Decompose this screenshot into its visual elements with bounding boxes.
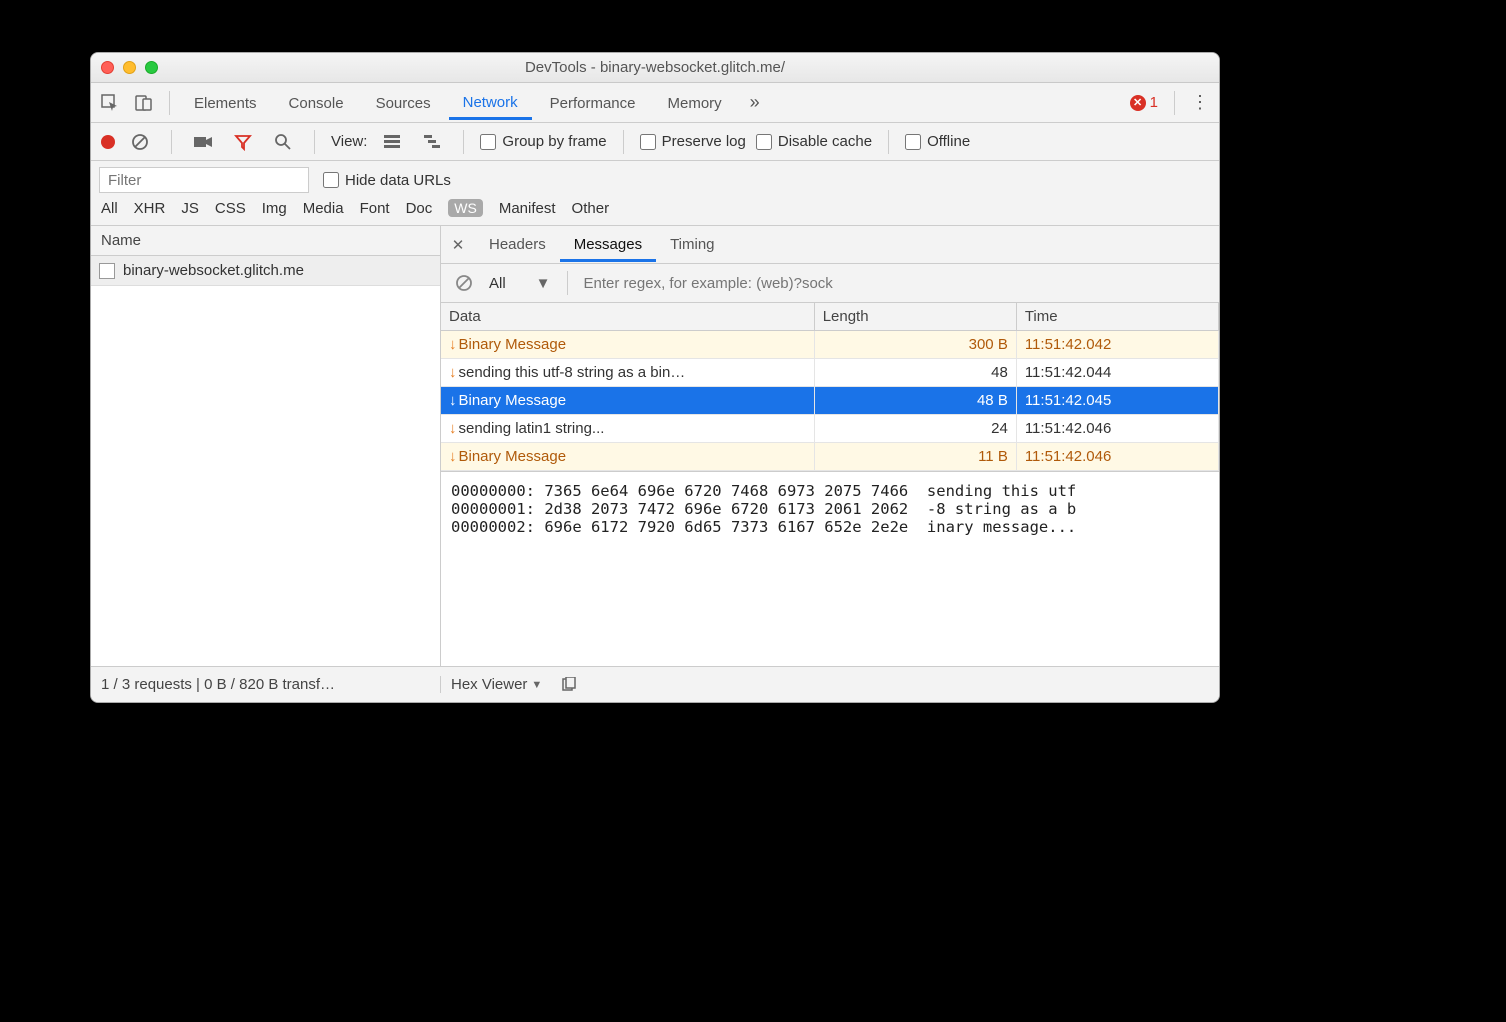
filter-row: Hide data URLs bbox=[91, 161, 1219, 193]
group-by-frame-checkbox[interactable]: Group by frame bbox=[480, 133, 606, 150]
message-row[interactable]: ↓Binary Message300 B11:51:42.042 bbox=[441, 331, 1219, 359]
type-other[interactable]: Other bbox=[572, 200, 610, 217]
tab-sources[interactable]: Sources bbox=[362, 86, 445, 120]
hex-viewer-dropdown[interactable]: Hex Viewer ▼ bbox=[451, 676, 542, 693]
filter-input[interactable] bbox=[99, 167, 309, 193]
type-all[interactable]: All bbox=[101, 200, 118, 217]
record-button[interactable] bbox=[101, 135, 115, 149]
tab-console[interactable]: Console bbox=[275, 86, 358, 120]
type-font[interactable]: Font bbox=[360, 200, 390, 217]
separator bbox=[314, 130, 315, 154]
arrow-down-icon: ↓ bbox=[449, 336, 457, 353]
message-row[interactable]: ↓Binary Message48 B11:51:42.045 bbox=[441, 387, 1219, 415]
message-type-filter[interactable]: All ▼ bbox=[489, 275, 551, 292]
view-label: View: bbox=[331, 133, 367, 150]
type-img[interactable]: Img bbox=[262, 200, 287, 217]
devtools-window: DevTools - binary-websocket.glitch.me/ E… bbox=[90, 52, 1220, 703]
type-ws[interactable]: WS bbox=[448, 199, 483, 217]
clear-messages-icon[interactable] bbox=[449, 268, 479, 298]
device-mode-icon[interactable] bbox=[129, 88, 159, 118]
separator bbox=[169, 91, 170, 115]
error-count: 1 bbox=[1150, 94, 1158, 111]
tab-messages[interactable]: Messages bbox=[560, 228, 656, 262]
arrow-down-icon: ↓ bbox=[449, 392, 457, 409]
tab-elements[interactable]: Elements bbox=[180, 86, 271, 120]
preserve-log-checkbox[interactable]: Preserve log bbox=[640, 133, 746, 150]
messages-table: Data Length Time ↓Binary Message300 B11:… bbox=[441, 303, 1219, 471]
chevron-down-icon: ▼ bbox=[531, 679, 542, 691]
separator bbox=[171, 130, 172, 154]
separator bbox=[567, 271, 568, 295]
titlebar: DevTools - binary-websocket.glitch.me/ bbox=[91, 53, 1219, 83]
clear-icon[interactable] bbox=[125, 127, 155, 157]
hex-viewer: 00000000: 7365 6e64 696e 6720 7468 6973 … bbox=[441, 471, 1219, 666]
filter-icon[interactable] bbox=[228, 127, 258, 157]
close-detail-icon[interactable]: ✕ bbox=[441, 236, 475, 254]
document-icon bbox=[99, 263, 115, 279]
col-length[interactable]: Length bbox=[814, 303, 1016, 331]
main-split: Name binary-websocket.glitch.me ✕ Header… bbox=[91, 226, 1219, 666]
detail-pane: ✕ Headers Messages Timing All ▼ bbox=[441, 226, 1219, 666]
search-icon[interactable] bbox=[268, 127, 298, 157]
large-rows-icon[interactable] bbox=[377, 127, 407, 157]
type-manifest[interactable]: Manifest bbox=[499, 200, 556, 217]
detail-tabs: ✕ Headers Messages Timing bbox=[441, 226, 1219, 264]
tab-headers[interactable]: Headers bbox=[475, 228, 560, 261]
arrow-down-icon: ↓ bbox=[449, 448, 457, 465]
col-data[interactable]: Data bbox=[441, 303, 814, 331]
message-row[interactable]: ↓sending latin1 string...2411:51:42.046 bbox=[441, 415, 1219, 443]
camera-icon[interactable] bbox=[188, 127, 218, 157]
tab-memory[interactable]: Memory bbox=[654, 86, 736, 120]
copy-icon[interactable] bbox=[554, 670, 584, 700]
status-bar: 1 / 3 requests | 0 B / 820 B transf… Hex… bbox=[91, 666, 1219, 702]
regex-filter-input[interactable] bbox=[584, 275, 1211, 292]
type-css[interactable]: CSS bbox=[215, 200, 246, 217]
window-title: DevTools - binary-websocket.glitch.me/ bbox=[91, 59, 1219, 76]
type-xhr[interactable]: XHR bbox=[134, 200, 166, 217]
error-count-badge[interactable]: ✕ 1 bbox=[1130, 94, 1158, 111]
message-row[interactable]: ↓sending this utf-8 string as a bin…4811… bbox=[441, 359, 1219, 387]
more-tabs-icon[interactable]: » bbox=[740, 88, 770, 118]
tab-performance[interactable]: Performance bbox=[536, 86, 650, 120]
separator bbox=[623, 130, 624, 154]
inspect-icon[interactable] bbox=[95, 88, 125, 118]
type-js[interactable]: JS bbox=[181, 200, 199, 217]
request-list-pane: Name binary-websocket.glitch.me bbox=[91, 226, 441, 666]
type-filter-row: All XHR JS CSS Img Media Font Doc WS Man… bbox=[91, 193, 1219, 226]
error-icon: ✕ bbox=[1130, 95, 1146, 111]
hide-data-urls-checkbox[interactable]: Hide data URLs bbox=[323, 172, 451, 189]
name-column-header[interactable]: Name bbox=[91, 226, 440, 256]
separator bbox=[888, 130, 889, 154]
network-toolbar: View: Group by frame Preserve log Disabl… bbox=[91, 123, 1219, 161]
separator bbox=[1174, 91, 1175, 115]
tab-timing[interactable]: Timing bbox=[656, 228, 728, 261]
messages-toolbar: All ▼ bbox=[441, 264, 1219, 303]
chevron-down-icon: ▼ bbox=[536, 275, 551, 292]
type-doc[interactable]: Doc bbox=[406, 200, 433, 217]
separator bbox=[463, 130, 464, 154]
offline-checkbox[interactable]: Offline bbox=[905, 133, 970, 150]
request-name: binary-websocket.glitch.me bbox=[123, 262, 304, 279]
status-summary: 1 / 3 requests | 0 B / 820 B transf… bbox=[91, 676, 441, 693]
kebab-menu-icon[interactable]: ⋮ bbox=[1185, 88, 1215, 118]
request-list-empty bbox=[91, 286, 440, 666]
tab-network[interactable]: Network bbox=[449, 85, 532, 120]
type-media[interactable]: Media bbox=[303, 200, 344, 217]
request-row[interactable]: binary-websocket.glitch.me bbox=[91, 256, 440, 286]
arrow-down-icon: ↓ bbox=[449, 364, 457, 381]
col-time[interactable]: Time bbox=[1016, 303, 1218, 331]
disable-cache-checkbox[interactable]: Disable cache bbox=[756, 133, 872, 150]
panel-tabs: Elements Console Sources Network Perform… bbox=[91, 83, 1219, 123]
arrow-down-icon: ↓ bbox=[449, 420, 457, 437]
waterfall-icon[interactable] bbox=[417, 127, 447, 157]
message-row[interactable]: ↓Binary Message11 B11:51:42.046 bbox=[441, 443, 1219, 471]
